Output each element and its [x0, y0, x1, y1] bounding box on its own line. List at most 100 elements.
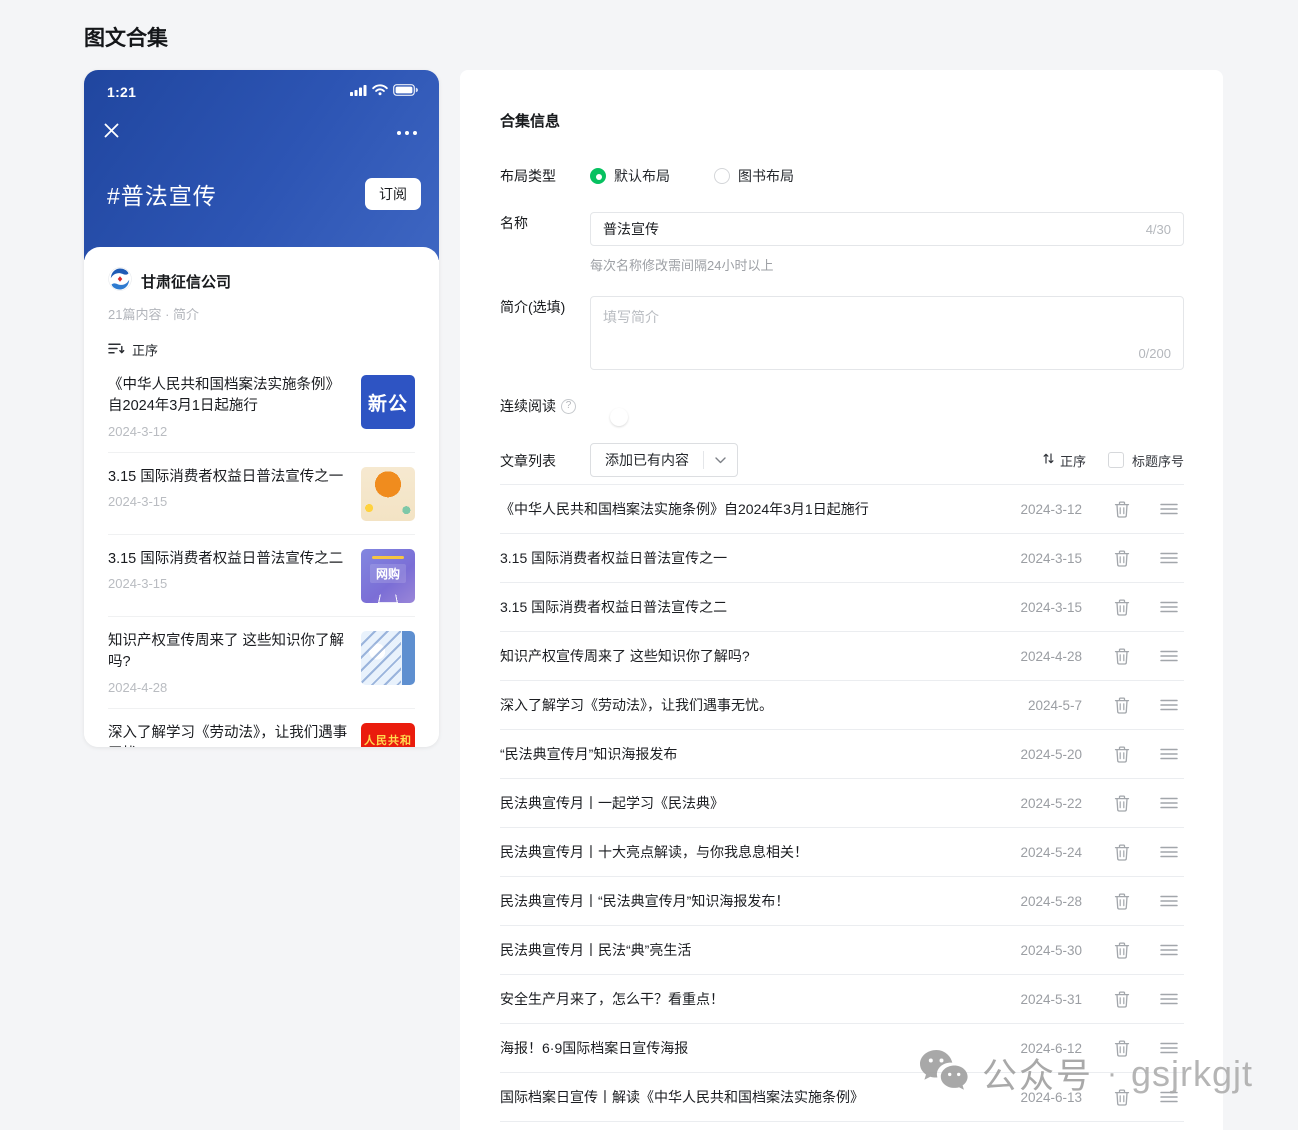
article-thumbnail: 网购 — [361, 549, 415, 603]
article-date: 2024-3-12 — [108, 424, 349, 439]
row-date: 2024-5-22 — [1002, 796, 1082, 811]
row-date: 2024-3-12 — [1002, 502, 1082, 517]
row-title: 《中华人民共和国档案法实施条例》自2024年3月1日起施行 — [500, 499, 1002, 519]
thumbnail-text: 新公 — [368, 389, 408, 416]
title-numbering-checkbox[interactable]: 标题序号 — [1108, 451, 1184, 470]
row-date: 2024-5-30 — [1002, 943, 1082, 958]
row-title: 民法典宣传月丨十大亮点解读，与你我息息相关！ — [500, 842, 1002, 862]
sort-order-icon — [108, 342, 125, 358]
drag-handle-icon[interactable] — [1160, 846, 1178, 858]
article-row: 深入了解学习《劳动法》，让我们遇事无忧。 2024-5-7 — [500, 681, 1184, 730]
delete-icon[interactable] — [1114, 991, 1130, 1008]
list-sort-control[interactable]: 正序 — [1042, 451, 1086, 470]
signal-icon — [350, 83, 367, 101]
preview-article-item[interactable]: 深入了解学习《劳动法》，让我们遇事无忧。 2024-5-7 人民共和 劳 动 法 — [108, 709, 415, 747]
drag-handle-icon[interactable] — [1160, 503, 1178, 515]
delete-icon[interactable] — [1114, 746, 1130, 763]
drag-handle-icon[interactable] — [1160, 1091, 1178, 1103]
article-title: 3.15 国际消费者权益日普法宣传之一 — [108, 467, 349, 488]
battery-icon — [393, 83, 418, 101]
article-date: 2024-3-15 — [108, 494, 349, 509]
article-date: 2024-4-28 — [108, 680, 349, 695]
article-title: 3.15 国际消费者权益日普法宣传之二 — [108, 549, 349, 570]
row-title: 知识产权宣传周来了 这些知识你了解吗? — [500, 646, 1002, 666]
radio-selected-icon — [590, 168, 606, 184]
drag-handle-icon[interactable] — [1160, 650, 1178, 662]
delete-icon[interactable] — [1114, 795, 1130, 812]
chevron-down-icon[interactable] — [704, 457, 737, 464]
account-logo-icon — [108, 267, 132, 296]
drag-handle-icon[interactable] — [1160, 993, 1178, 1005]
account-meta: 21篇内容 · 简介 — [108, 304, 415, 323]
intro-counter: 0/200 — [1138, 346, 1171, 361]
row-date: 2024-5-24 — [1002, 845, 1082, 860]
preview-sort-control[interactable]: 正序 — [108, 340, 415, 359]
row-date: 2024-5-20 — [1002, 747, 1082, 762]
delete-icon[interactable] — [1114, 599, 1130, 616]
radio-label: 图书布局 — [738, 166, 794, 186]
delete-icon[interactable] — [1114, 1040, 1130, 1057]
subscribe-button[interactable]: 订阅 — [365, 178, 421, 210]
preview-article-item[interactable]: 《中华人民共和国档案法实施条例》自2024年3月1日起施行 2024-3-12 … — [108, 361, 415, 453]
collection-info-panel: 合集信息 布局类型 默认布局 图书布局 名称 普法宣传 4/30 每次名称修改需… — [460, 70, 1223, 1130]
row-date: 2024-5-7 — [1002, 698, 1082, 713]
delete-icon[interactable] — [1114, 697, 1130, 714]
page-title: 图文合集 — [84, 22, 168, 52]
delete-icon[interactable] — [1114, 893, 1130, 910]
intro-textarea[interactable]: 填写简介 0/200 — [590, 296, 1184, 370]
radio-unselected-icon — [714, 168, 730, 184]
checkbox-icon[interactable] — [1108, 452, 1124, 468]
row-title: 民法典宣传月丨“民法典宣传月”知识海报发布！ — [500, 891, 1002, 911]
row-date: 2024-5-28 — [1002, 894, 1082, 909]
drag-handle-icon[interactable] — [1160, 748, 1178, 760]
drag-handle-icon[interactable] — [1160, 944, 1178, 956]
name-helper-text: 每次名称修改需间隔24小时以上 — [590, 255, 1184, 274]
delete-icon[interactable] — [1114, 501, 1130, 518]
drag-handle-icon[interactable] — [1160, 601, 1178, 613]
article-thumbnail — [361, 467, 415, 521]
add-content-button[interactable]: 添加已有内容 — [590, 443, 738, 477]
name-input[interactable]: 普法宣传 4/30 — [590, 212, 1184, 246]
drag-handle-icon[interactable] — [1160, 1042, 1178, 1054]
article-row: 3.15 国际消费者权益日普法宣传之一 2024-3-15 — [500, 534, 1184, 583]
article-row: 《中华人民共和国档案法实施条例》自2024年3月1日起施行 2024-3-12 — [500, 485, 1184, 534]
article-row: 3.15 国际消费者权益日普法宣传之二 2024-3-15 — [500, 583, 1184, 632]
row-date: 2024-6-12 — [1002, 1041, 1082, 1056]
delete-icon[interactable] — [1114, 1089, 1130, 1106]
row-title: 海报！6·9国际档案日宣传海报 — [500, 1038, 1002, 1058]
preview-article-item[interactable]: 3.15 国际消费者权益日普法宣传之二 2024-3-15 网购 — [108, 535, 415, 617]
more-icon[interactable] — [397, 131, 417, 135]
preview-article-item[interactable]: 3.15 国际消费者权益日普法宣传之一 2024-3-15 — [108, 453, 415, 535]
intro-placeholder: 填写简介 — [603, 309, 659, 325]
row-date: 2024-3-15 — [1002, 551, 1082, 566]
article-thumbnail — [361, 631, 415, 685]
row-title: 3.15 国际消费者权益日普法宣传之一 — [500, 548, 1002, 568]
article-table: 《中华人民共和国档案法实施条例》自2024年3月1日起施行 2024-3-12 … — [500, 484, 1184, 1122]
row-date: 2024-4-28 — [1002, 649, 1082, 664]
row-title: 深入了解学习《劳动法》，让我们遇事无忧。 — [500, 695, 1002, 715]
collection-body: 甘肃征信公司 21篇内容 · 简介 正序 《中华人民共和国档案法实施条例》自20… — [84, 247, 439, 747]
delete-icon[interactable] — [1114, 942, 1130, 959]
collection-title: #普法宣传 — [107, 177, 217, 211]
delete-icon[interactable] — [1114, 648, 1130, 665]
radio-book-layout[interactable]: 图书布局 — [714, 166, 794, 186]
thumbnail-text: 网购 — [370, 564, 406, 583]
article-date: 2024-3-15 — [108, 576, 349, 591]
drag-handle-icon[interactable] — [1160, 797, 1178, 809]
row-title: 3.15 国际消费者权益日普法宣传之二 — [500, 597, 1002, 617]
article-thumbnail: 人民共和 劳 动 法 — [361, 723, 415, 747]
row-title: “民法典宣传月”知识海报发布 — [500, 744, 1002, 764]
sort-updown-icon — [1042, 452, 1055, 468]
drag-handle-icon[interactable] — [1160, 895, 1178, 907]
delete-icon[interactable] — [1114, 844, 1130, 861]
preview-article-item[interactable]: 知识产权宣传周来了 这些知识你了解吗? 2024-4-28 — [108, 617, 415, 709]
drag-handle-icon[interactable] — [1160, 699, 1178, 711]
delete-icon[interactable] — [1114, 550, 1130, 567]
title-numbering-label: 标题序号 — [1132, 451, 1184, 470]
article-title: 《中华人民共和国档案法实施条例》自2024年3月1日起施行 — [108, 375, 349, 418]
radio-default-layout[interactable]: 默认布局 — [590, 166, 670, 186]
close-icon[interactable] — [104, 123, 119, 143]
row-title: 民法典宣传月丨民法“典”亮生活 — [500, 940, 1002, 960]
drag-handle-icon[interactable] — [1160, 552, 1178, 564]
help-icon[interactable]: ? — [561, 399, 576, 414]
